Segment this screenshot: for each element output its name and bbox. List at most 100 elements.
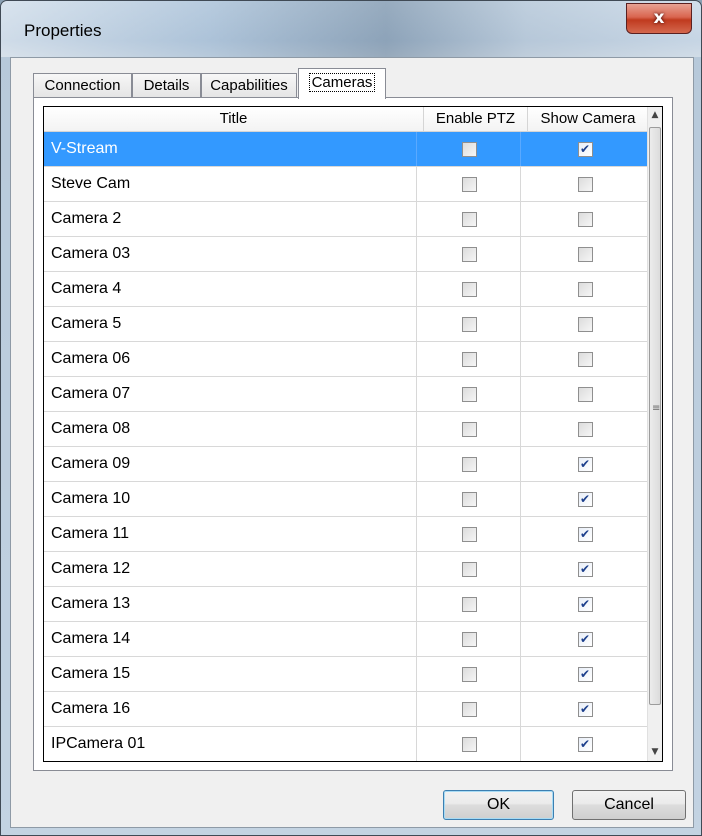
table-row[interactable]: Camera 12 ✔	[44, 552, 649, 587]
enable-ptz-checkbox[interactable]	[461, 177, 477, 192]
table-row[interactable]: V-Stream ✔	[44, 132, 649, 167]
enable-ptz-checkbox-cell	[417, 412, 521, 446]
ok-button[interactable]: OK	[443, 790, 554, 820]
enable-ptz-checkbox[interactable]	[461, 352, 477, 367]
cameras-grid: Title Enable PTZ Show Camera V-Stream ✔ St…	[43, 106, 663, 762]
table-row[interactable]: Camera 16 ✔	[44, 692, 649, 727]
cancel-button[interactable]: Cancel	[572, 790, 686, 820]
show-camera-checkbox-cell: ✔	[521, 622, 649, 656]
chevron-down-icon: ▼	[651, 747, 659, 757]
enable-ptz-checkbox[interactable]	[461, 492, 477, 507]
checkmark-icon: ✔	[579, 142, 591, 156]
table-row[interactable]: Camera 06	[44, 342, 649, 377]
table-row[interactable]: Camera 5	[44, 307, 649, 342]
show-camera-checkbox[interactable]: ✔	[577, 457, 593, 472]
scroll-down-button[interactable]: ▼	[648, 744, 662, 761]
camera-title-cell[interactable]: Camera 5	[44, 307, 417, 341]
show-camera-checkbox[interactable]	[577, 247, 593, 262]
table-row[interactable]: Camera 4	[44, 272, 649, 307]
show-camera-checkbox-cell	[521, 202, 649, 236]
tab-cameras[interactable]: Cameras	[298, 68, 386, 99]
show-camera-checkbox[interactable]: ✔	[577, 632, 593, 647]
show-camera-checkbox[interactable]	[577, 212, 593, 227]
table-row[interactable]: Camera 14 ✔	[44, 622, 649, 657]
enable-ptz-checkbox[interactable]	[461, 247, 477, 262]
enable-ptz-checkbox[interactable]	[461, 527, 477, 542]
table-row[interactable]: Steve Cam	[44, 167, 649, 202]
enable-ptz-checkbox-cell	[417, 657, 521, 691]
table-row[interactable]: Camera 13 ✔	[44, 587, 649, 622]
enable-ptz-checkbox-cell	[417, 587, 521, 621]
show-camera-checkbox[interactable]: ✔	[577, 597, 593, 612]
show-camera-checkbox[interactable]: ✔	[577, 142, 593, 157]
enable-ptz-checkbox-cell	[417, 482, 521, 516]
camera-title-cell[interactable]: Camera 03	[44, 237, 417, 271]
title-bar[interactable]: Properties x	[1, 1, 701, 57]
checkmark-icon: ✔	[579, 632, 591, 646]
show-camera-checkbox[interactable]	[577, 282, 593, 297]
close-button[interactable]: x	[626, 3, 692, 34]
column-header-enable-ptz[interactable]: Enable PTZ	[424, 107, 528, 131]
camera-title-cell[interactable]: Camera 14	[44, 622, 417, 656]
camera-title-cell[interactable]: Camera 10	[44, 482, 417, 516]
show-camera-checkbox[interactable]	[577, 352, 593, 367]
enable-ptz-checkbox[interactable]	[461, 387, 477, 402]
enable-ptz-checkbox[interactable]	[461, 282, 477, 297]
enable-ptz-checkbox[interactable]	[461, 632, 477, 647]
camera-title-cell[interactable]: IPCamera 01	[44, 727, 417, 761]
tab-details[interactable]: Details	[132, 73, 201, 98]
camera-title-cell[interactable]: Camera 4	[44, 272, 417, 306]
camera-title-cell[interactable]: Camera 08	[44, 412, 417, 446]
camera-title-cell[interactable]: Camera 09	[44, 447, 417, 481]
table-row[interactable]: Camera 09 ✔	[44, 447, 649, 482]
show-camera-checkbox[interactable]: ✔	[577, 527, 593, 542]
show-camera-checkbox[interactable]	[577, 387, 593, 402]
show-camera-checkbox[interactable]: ✔	[577, 667, 593, 682]
table-row[interactable]: IPCamera 01 ✔	[44, 727, 649, 761]
show-camera-checkbox-cell: ✔	[521, 587, 649, 621]
camera-title-cell[interactable]: Camera 2	[44, 202, 417, 236]
tab-cameras-label: Cameras	[308, 73, 376, 92]
camera-title-cell[interactable]: Camera 16	[44, 692, 417, 726]
camera-title-cell[interactable]: Camera 12	[44, 552, 417, 586]
camera-title-cell[interactable]: Steve Cam	[44, 167, 417, 201]
enable-ptz-checkbox[interactable]	[461, 667, 477, 682]
table-row[interactable]: Camera 08	[44, 412, 649, 447]
enable-ptz-checkbox[interactable]	[461, 597, 477, 612]
enable-ptz-checkbox[interactable]	[461, 317, 477, 332]
table-row[interactable]: Camera 10 ✔	[44, 482, 649, 517]
enable-ptz-checkbox[interactable]	[461, 142, 477, 157]
enable-ptz-checkbox[interactable]	[461, 422, 477, 437]
camera-title-cell[interactable]: Camera 15	[44, 657, 417, 691]
camera-title-cell[interactable]: Camera 13	[44, 587, 417, 621]
enable-ptz-checkbox-cell	[417, 202, 521, 236]
enable-ptz-checkbox[interactable]	[461, 737, 477, 752]
show-camera-checkbox[interactable]	[577, 317, 593, 332]
enable-ptz-checkbox[interactable]	[461, 702, 477, 717]
camera-title-cell[interactable]: Camera 11	[44, 517, 417, 551]
camera-title-cell[interactable]: Camera 06	[44, 342, 417, 376]
scroll-up-button[interactable]: ▲	[648, 107, 662, 124]
column-header-title[interactable]: Title	[44, 107, 424, 131]
show-camera-checkbox[interactable]: ✔	[577, 492, 593, 507]
enable-ptz-checkbox[interactable]	[461, 457, 477, 472]
enable-ptz-checkbox[interactable]	[461, 562, 477, 577]
scrollbar-thumb[interactable]: ≡	[649, 127, 661, 705]
table-row[interactable]: Camera 07	[44, 377, 649, 412]
table-row[interactable]: Camera 15 ✔	[44, 657, 649, 692]
tab-connection[interactable]: Connection	[33, 73, 132, 98]
column-header-show-camera[interactable]: Show Camera	[528, 107, 649, 131]
table-row[interactable]: Camera 11 ✔	[44, 517, 649, 552]
show-camera-checkbox[interactable]: ✔	[577, 702, 593, 717]
tab-capabilities[interactable]: Capabilities	[201, 73, 297, 98]
show-camera-checkbox[interactable]: ✔	[577, 562, 593, 577]
camera-title-cell[interactable]: Camera 07	[44, 377, 417, 411]
show-camera-checkbox[interactable]: ✔	[577, 737, 593, 752]
table-row[interactable]: Camera 03	[44, 237, 649, 272]
show-camera-checkbox[interactable]	[577, 177, 593, 192]
enable-ptz-checkbox[interactable]	[461, 212, 477, 227]
table-row[interactable]: Camera 2	[44, 202, 649, 237]
vertical-scrollbar[interactable]: ▲ ≡ ▼	[647, 107, 662, 761]
show-camera-checkbox[interactable]	[577, 422, 593, 437]
camera-title-cell[interactable]: V-Stream	[44, 132, 417, 166]
